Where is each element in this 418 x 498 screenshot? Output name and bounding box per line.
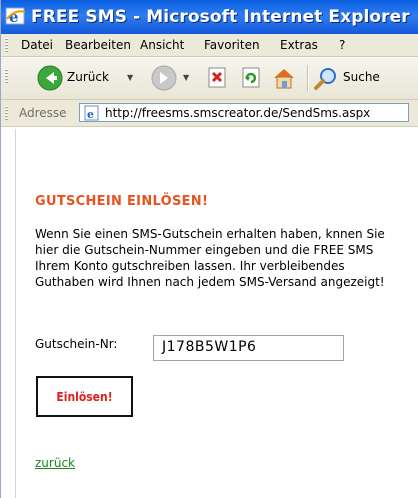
title-bar[interactable]: e FREE SMS - Microsoft Internet Explorer: [1, 0, 418, 34]
address-bar: Adresse e http://freesms.smscreator.de/S…: [1, 100, 418, 127]
redeem-button[interactable]: Einlösen!: [36, 376, 133, 417]
svg-text:e: e: [87, 108, 94, 121]
back-button-label[interactable]: Zurück: [67, 70, 109, 84]
menu-bearbeiten[interactable]: Bearbeiten: [65, 38, 131, 52]
search-icon[interactable]: [313, 66, 339, 92]
page-content: [1, 127, 418, 498]
voucher-code-label: Gutschein-Nr:: [35, 337, 118, 351]
address-input[interactable]: e http://freesms.smscreator.de/SendSms.a…: [79, 103, 409, 122]
search-button-label[interactable]: Suche: [343, 70, 380, 84]
stop-icon[interactable]: [207, 67, 229, 89]
forward-arrow-icon[interactable]: [151, 65, 177, 91]
menu-favoriten[interactable]: Favoriten: [204, 38, 260, 52]
forward-dropdown-icon[interactable]: ▼: [183, 73, 189, 82]
menu-ansicht[interactable]: Ansicht: [140, 38, 184, 52]
back-arrow-icon[interactable]: [37, 65, 63, 91]
internet-explorer-icon: e: [5, 7, 26, 26]
info-paragraph: Wenn Sie einen SMS-Gutschein erhalten ha…: [35, 227, 385, 289]
window-title: FREE SMS - Microsoft Internet Explorer: [31, 7, 410, 27]
menu-datei[interactable]: Datei: [21, 38, 53, 52]
menu-extras[interactable]: Extras: [280, 38, 318, 52]
menu-help[interactable]: ?: [339, 38, 345, 52]
toolbar-grip: [5, 69, 8, 83]
menu-bar: Datei Bearbeiten Ansicht Favoriten Extra…: [1, 34, 418, 57]
page-heading: GUTSCHEIN EINLÖSEN!: [35, 194, 209, 209]
back-dropdown-icon[interactable]: ▼: [127, 73, 133, 82]
content-border: [15, 129, 16, 498]
toolbar-separator: [307, 65, 308, 91]
redeem-button-label: Einlösen!: [56, 390, 113, 404]
address-grip: [5, 106, 8, 120]
menu-grip: [5, 38, 8, 52]
refresh-icon[interactable]: [241, 67, 263, 89]
back-link[interactable]: zurück: [35, 456, 75, 470]
voucher-code-input[interactable]: J178B5W1P6: [153, 335, 344, 361]
browser-window: e FREE SMS - Microsoft Internet Explorer…: [0, 0, 418, 498]
home-icon[interactable]: [271, 65, 297, 91]
page-icon: e: [84, 105, 99, 121]
standard-toolbar: Zurück ▼ ▼ Suche: [1, 57, 418, 100]
address-url[interactable]: http://freesms.smscreator.de/SendSms.asp…: [105, 106, 370, 120]
address-label: Adresse: [19, 106, 67, 120]
